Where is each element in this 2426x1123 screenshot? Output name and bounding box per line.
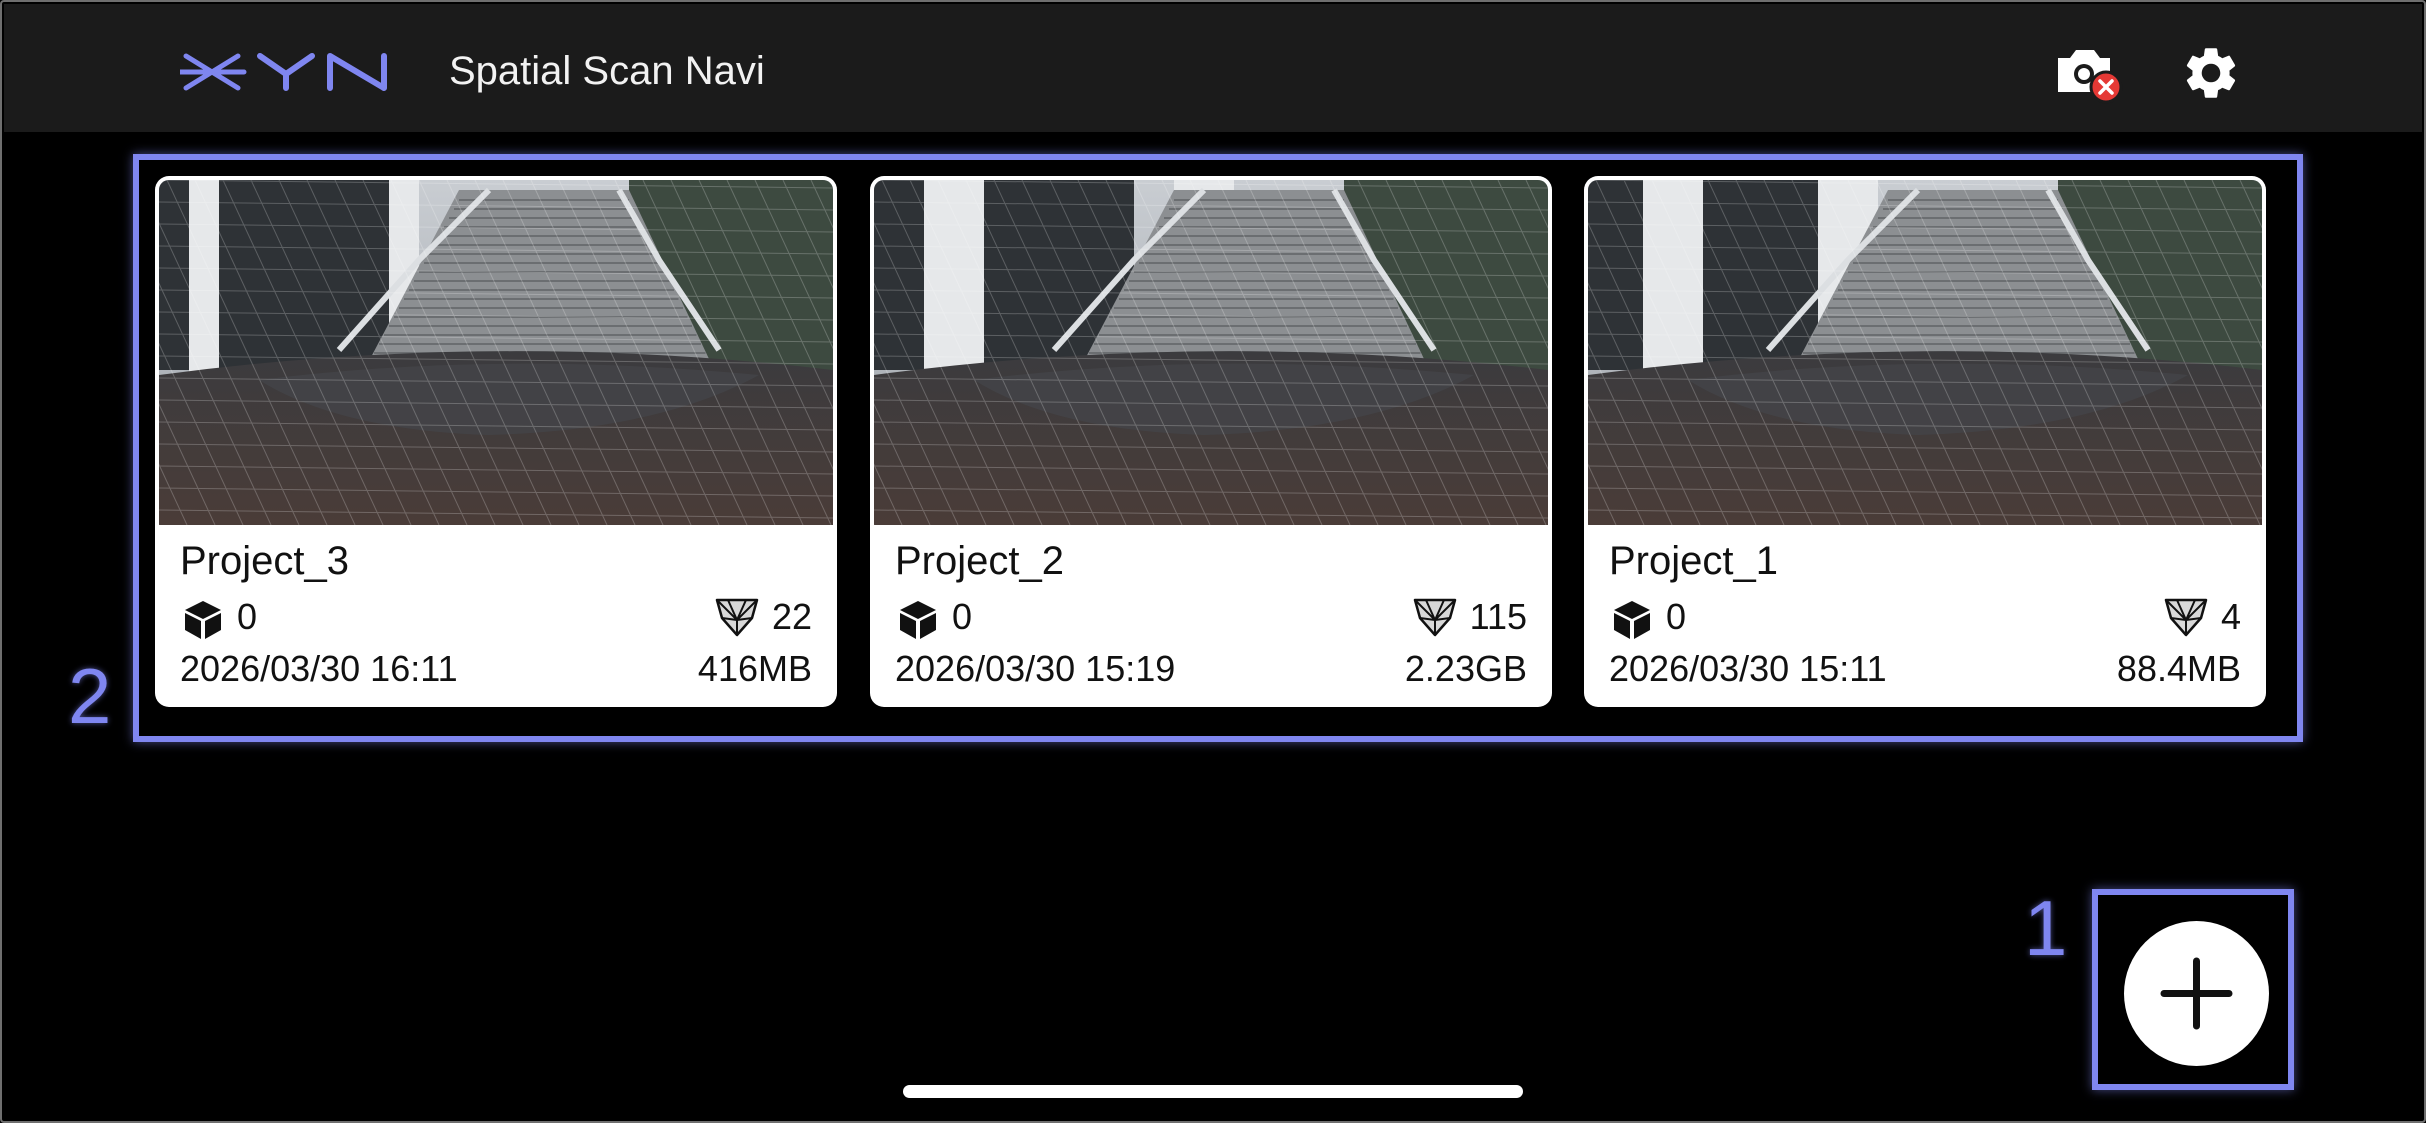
xyn-logo bbox=[180, 53, 387, 91]
project-list-marker: 2 bbox=[68, 652, 112, 740]
camera-status-button[interactable] bbox=[2054, 44, 2124, 104]
top-app-bar: Spatial Scan Navi bbox=[4, 4, 2422, 132]
app-title: Spatial Scan Navi bbox=[449, 49, 765, 93]
settings-button[interactable] bbox=[2180, 42, 2242, 104]
plus-icon bbox=[2160, 957, 2233, 1030]
home-indicator bbox=[903, 1085, 1523, 1098]
project-list-highlight bbox=[133, 154, 2303, 742]
camera-off-icon bbox=[2058, 50, 2123, 104]
add-button-marker: 1 bbox=[2024, 884, 2068, 972]
gear-icon bbox=[2186, 48, 2236, 98]
add-project-button[interactable] bbox=[2124, 921, 2269, 1066]
